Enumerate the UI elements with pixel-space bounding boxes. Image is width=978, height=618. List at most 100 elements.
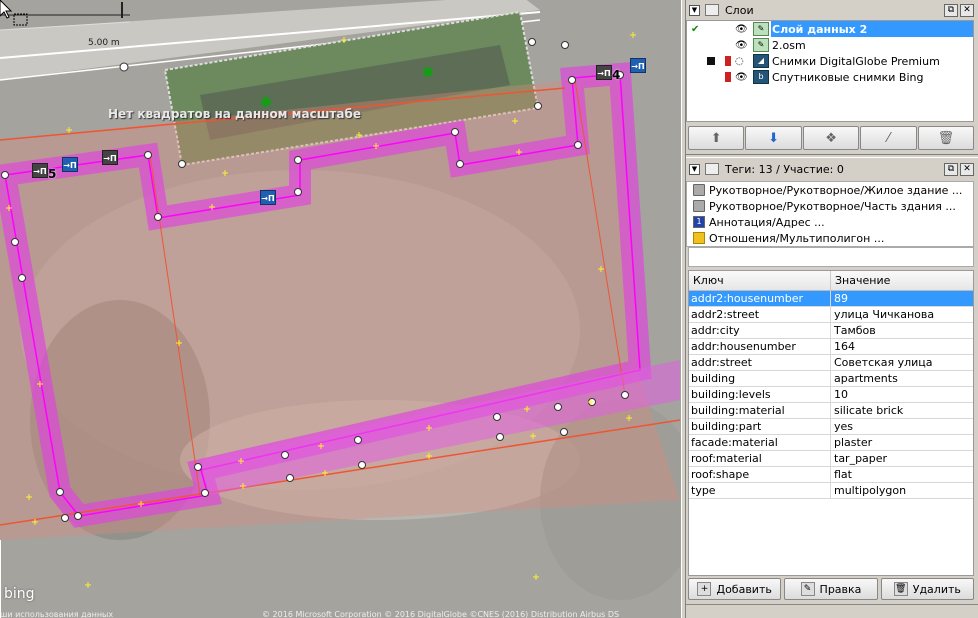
tag-value[interactable]: silicate brick xyxy=(831,403,973,418)
house-icon xyxy=(693,184,705,196)
tag-row[interactable]: roof:material tar_paper xyxy=(689,451,973,467)
tag-value[interactable]: 164 xyxy=(831,339,973,354)
layer-list[interactable]: ✔ 👁 ✎ Слой данных 2 👁 ✎ 2.osm ◌ ◢ Снимки… xyxy=(686,20,974,122)
preset-search-field[interactable] xyxy=(688,247,974,267)
tag-value[interactable]: multipolygon xyxy=(831,483,973,498)
tag-row[interactable]: type multipolygon xyxy=(689,483,973,499)
terms-link[interactable]: ши использования данных xyxy=(0,610,113,618)
value-column-header[interactable]: Значение xyxy=(831,271,890,290)
tag-key[interactable]: building xyxy=(689,371,831,386)
preset-label: Отношения/Мультиполигон ... xyxy=(709,231,885,245)
entrance-marker-icon[interactable]: →П xyxy=(32,163,48,178)
tag-row[interactable]: roof:shape flat xyxy=(689,467,973,483)
tag-value[interactable]: plaster xyxy=(831,435,973,450)
edit-icon: ✎ xyxy=(800,582,815,596)
no-squares-label: Нет квадратов на данном масштабе xyxy=(108,107,362,121)
tag-key[interactable]: addr:city xyxy=(689,323,831,338)
visibility-eye-icon[interactable]: 👁 xyxy=(735,72,748,83)
visibility-icon[interactable]: ⁄ xyxy=(860,126,917,150)
move-down-icon[interactable]: ⬇ xyxy=(745,126,802,150)
bing-layer-icon: b xyxy=(753,70,769,84)
close-panel-icon[interactable]: ✕ xyxy=(960,162,974,176)
visibility-eye-icon[interactable]: 👁 xyxy=(735,40,748,51)
tag-row[interactable]: building:part yes xyxy=(689,419,973,435)
tag-table[interactable]: Ключ Значение addr2:housenumber 89 addr2:s… xyxy=(688,270,974,576)
map-canvas[interactable] xyxy=(0,0,681,618)
tag-value[interactable]: yes xyxy=(831,419,973,434)
entrance-marker-icon[interactable]: →П xyxy=(260,190,276,205)
tag-key[interactable]: facade:material xyxy=(689,435,831,450)
tag-key[interactable]: roof:material xyxy=(689,451,831,466)
tag-value[interactable]: tar_paper xyxy=(831,451,973,466)
address-icon: 1 xyxy=(693,216,705,228)
tag-row[interactable]: building:levels 10 xyxy=(689,387,973,403)
panel-divider[interactable] xyxy=(686,154,978,158)
tag-key[interactable]: building:part xyxy=(689,419,831,434)
entrance-marker-icon[interactable]: →П xyxy=(62,157,78,172)
tag-row[interactable]: addr:city Тамбов xyxy=(689,323,973,339)
close-panel-icon[interactable]: ✕ xyxy=(960,3,974,17)
preset-item[interactable]: Рукотворное/Рукотворное/Жилое здание ... xyxy=(687,182,973,198)
preset-label: Рукотворное/Рукотворное/Часть здания ... xyxy=(709,199,956,213)
map-view[interactable]: 5.00 m Нет квадратов на данном масштабе … xyxy=(0,0,681,618)
data-layer-icon: ✎ xyxy=(753,22,769,36)
entrance-number: 4 xyxy=(612,68,621,82)
tag-row[interactable]: building:material silicate brick xyxy=(689,403,973,419)
detach-panel-icon[interactable]: ⧉ xyxy=(944,3,958,17)
tag-row[interactable]: addr:housenumber 164 xyxy=(689,339,973,355)
tag-value[interactable]: улица Чичканова xyxy=(831,307,973,322)
trash-icon: 🗑 xyxy=(893,582,908,596)
preset-item[interactable]: 1 Аннотация/Адрес ... xyxy=(687,214,973,230)
tag-actions: + Добавить ✎ Правка 🗑 Удалить xyxy=(688,578,974,600)
visibility-eye-icon[interactable]: ◌ xyxy=(735,56,744,67)
next-panel-strip[interactable] xyxy=(686,604,978,618)
tag-key[interactable]: type xyxy=(689,483,831,498)
tag-key[interactable]: addr2:housenumber xyxy=(689,291,831,306)
layer-item[interactable]: 👁 ✎ 2.osm xyxy=(687,37,973,53)
multipolygon-icon xyxy=(693,232,705,244)
tag-key[interactable]: addr:street xyxy=(689,355,831,370)
tag-key[interactable]: addr:housenumber xyxy=(689,339,831,354)
preset-item[interactable]: Отношения/Мультиполигон ... xyxy=(687,230,973,246)
layer-item[interactable]: ◌ ◢ Снимки DigitalGlobe Premium xyxy=(687,53,973,69)
tag-icon xyxy=(705,163,719,175)
visibility-eye-icon[interactable]: 👁 xyxy=(735,24,748,35)
add-tag-button[interactable]: + Добавить xyxy=(688,578,782,600)
tag-value[interactable]: flat xyxy=(831,467,973,482)
tag-row[interactable]: addr2:street улица Чичканова xyxy=(689,307,973,323)
edit-tag-button[interactable]: ✎ Правка xyxy=(784,578,878,600)
tag-value[interactable]: Тамбов xyxy=(831,323,973,338)
merge-icon[interactable]: ❖ xyxy=(802,126,860,150)
layer-item[interactable]: ✔ 👁 ✎ Слой данных 2 xyxy=(687,21,973,37)
tag-value[interactable]: apartments xyxy=(831,371,973,386)
layer-name: 2.osm xyxy=(772,38,806,52)
tag-key[interactable]: building:levels xyxy=(689,387,831,402)
tag-row[interactable]: building apartments xyxy=(689,371,973,387)
tag-row[interactable]: facade:material plaster xyxy=(689,435,973,451)
entrance-marker-icon[interactable]: →П xyxy=(102,150,118,165)
edit-tag-label: Правка xyxy=(819,582,862,596)
preset-item[interactable]: Рукотворное/Рукотворное/Часть здания ... xyxy=(687,198,973,214)
key-column-header[interactable]: Ключ xyxy=(689,271,831,290)
tag-row[interactable]: addr2:housenumber 89 xyxy=(689,291,973,307)
imagery-attribution: © 2016 Microsoft Corporation © 2016 Digi… xyxy=(262,610,620,618)
tag-value[interactable]: 89 xyxy=(831,291,973,306)
tag-table-header: Ключ Значение xyxy=(689,271,973,291)
collapse-toggle-icon[interactable]: ▼ xyxy=(689,163,700,175)
tag-key[interactable]: roof:shape xyxy=(689,467,831,482)
layer-item[interactable]: 👁 b Спутниковые снимки Bing xyxy=(687,69,973,85)
tags-panel-title: Теги: 13 / Участие: 0 xyxy=(725,162,844,176)
entrance-marker-icon[interactable]: →П xyxy=(596,65,612,80)
delete-tag-button[interactable]: 🗑 Удалить xyxy=(880,578,974,600)
tag-value[interactable]: Советская улица xyxy=(831,355,973,370)
move-up-icon[interactable]: ⬆ xyxy=(688,126,745,150)
detach-panel-icon[interactable]: ⧉ xyxy=(944,162,958,176)
collapse-toggle-icon[interactable]: ▼ xyxy=(689,4,700,16)
tag-row[interactable]: addr:street Советская улица xyxy=(689,355,973,371)
delete-tag-label: Удалить xyxy=(912,582,961,596)
tag-value[interactable]: 10 xyxy=(831,387,973,402)
tag-key[interactable]: addr2:street xyxy=(689,307,831,322)
tag-key[interactable]: building:material xyxy=(689,403,831,418)
entrance-marker-icon[interactable]: →П xyxy=(630,58,646,73)
delete-icon[interactable]: 🗑 xyxy=(917,126,975,150)
